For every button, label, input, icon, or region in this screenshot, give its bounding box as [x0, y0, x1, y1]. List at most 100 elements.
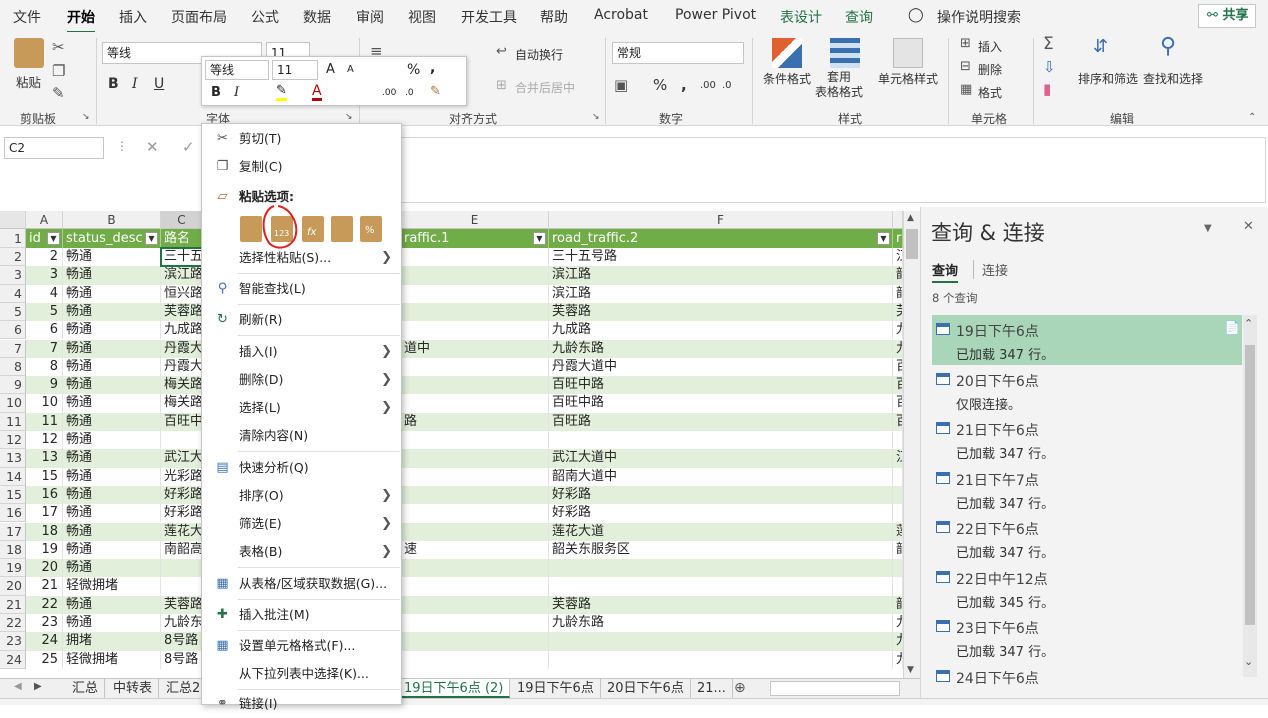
table-cell[interactable] [549, 650, 893, 669]
alignment-dialog-launcher-icon[interactable]: ↘ [592, 112, 600, 122]
table-cell[interactable]: 8号路 [161, 632, 203, 651]
refresh-doc-icon[interactable]: 📄 [1224, 321, 1240, 336]
row-header[interactable]: 19 [0, 559, 26, 578]
table-cell[interactable]: 2 [26, 248, 63, 267]
table-cell[interactable]: 6 [26, 321, 63, 340]
tab-view[interactable]: 视图 [408, 7, 436, 27]
tab-data[interactable]: 数据 [303, 7, 331, 27]
filter-dropdown-icon[interactable]: ▼ [145, 232, 158, 245]
row-header[interactable]: 23 [0, 632, 26, 651]
horizontal-scrollbar[interactable] [770, 681, 900, 696]
scroll-thumb[interactable] [1245, 345, 1255, 625]
table-cell[interactable] [401, 632, 549, 651]
table-cell[interactable]: 百 [893, 394, 903, 413]
scroll-up-icon[interactable]: ⌃ [1244, 317, 1253, 330]
paste-button[interactable]: 粘贴 [16, 72, 41, 91]
table-cell[interactable]: 百旺中路 [549, 394, 893, 413]
table-cell[interactable] [401, 394, 549, 413]
table-cell[interactable] [401, 376, 549, 395]
menu-item-cut[interactable]: ✂ 剪切(T) [202, 125, 401, 153]
sheet-tab[interactable]: 19日下午6点 [511, 679, 601, 698]
mini-font-size-field[interactable]: 11 [272, 60, 318, 80]
table-cell[interactable]: 畅通 [63, 394, 161, 413]
table-cell[interactable] [401, 595, 549, 614]
table-cell[interactable]: 九成路 [549, 321, 893, 340]
sheet-tab[interactable]: 汇总 [66, 679, 106, 698]
table-cell[interactable] [893, 485, 903, 505]
row-header[interactable]: 5 [0, 302, 26, 322]
insert-cells-icon[interactable]: ⊞ [960, 36, 971, 51]
column-header[interactable]: B [63, 211, 161, 229]
menu-item-insert[interactable]: 插入(I) ❯ [202, 338, 401, 366]
conditional-format-icon[interactable] [772, 38, 802, 68]
tab-power-pivot[interactable]: Power Pivot [675, 7, 756, 23]
pane-scrollbar[interactable]: ⌃ ⌄ [1243, 315, 1257, 677]
table-cell[interactable] [401, 577, 549, 596]
menu-item-sort[interactable]: 排序(O) ❯ [202, 482, 401, 510]
close-pane-icon[interactable]: ✕ [1243, 219, 1254, 234]
find-select-button[interactable]: 查找和选择 [1143, 70, 1203, 87]
collapse-ribbon-icon[interactable]: ⌃ [1248, 112, 1256, 123]
enter-icon[interactable]: ✓ [182, 138, 195, 156]
table-cell[interactable]: 畅通 [63, 248, 161, 267]
table-cell[interactable] [161, 559, 203, 578]
table-cell[interactable]: 16 [26, 485, 63, 505]
sort-filter-button[interactable]: 排序和筛选 [1078, 70, 1138, 87]
table-cell[interactable] [161, 577, 203, 596]
table-cell[interactable]: 韶南大道中 [549, 467, 893, 486]
table-cell[interactable]: 畅通 [63, 284, 161, 303]
table-cell[interactable] [401, 449, 549, 468]
menu-item-delete[interactable]: 删除(D) ❯ [202, 366, 401, 394]
share-button[interactable]: ⚯ 共享 [1198, 4, 1256, 28]
table-cell[interactable]: 恒兴路 [161, 284, 203, 303]
table-cell[interactable]: 畅通 [63, 595, 161, 614]
row-header[interactable]: 12 [0, 431, 26, 450]
table-cell[interactable]: 畅通 [63, 522, 161, 541]
table-cell[interactable]: 20 [26, 559, 63, 578]
table-cell[interactable]: 芙蓉路 [161, 595, 203, 614]
table-cell[interactable]: 莲花大道 [549, 522, 893, 541]
table-cell[interactable]: 12 [26, 431, 63, 450]
tab-insert[interactable]: 插入 [119, 7, 147, 27]
table-cell[interactable]: 7 [26, 339, 63, 358]
table-cell[interactable]: 九 [893, 650, 903, 669]
table-header-cell[interactable]: id ▼ [26, 229, 63, 248]
tab-review[interactable]: 审阅 [356, 7, 384, 27]
table-cell[interactable] [401, 467, 549, 486]
conditional-format-button[interactable]: 条件格式 [763, 70, 811, 87]
cell-styles-icon[interactable] [893, 38, 923, 68]
name-box[interactable]: C2 [4, 137, 104, 159]
bold-button[interactable]: B [108, 76, 119, 92]
table-cell[interactable]: 畅通 [63, 540, 161, 560]
table-cell[interactable] [401, 248, 549, 267]
tab-developer[interactable]: 开发工具 [461, 7, 517, 27]
table-cell[interactable] [401, 321, 549, 340]
table-cell[interactable]: 韶 [893, 595, 903, 614]
row-header[interactable]: 24 [0, 650, 26, 669]
menu-item-table[interactable]: 表格(B) ❯ [202, 538, 401, 566]
autosum-icon[interactable]: Σ [1043, 34, 1054, 54]
table-cell[interactable]: 速 [401, 540, 549, 560]
scroll-thumb[interactable] [906, 229, 918, 259]
query-item[interactable]: 19日下午6点 已加载 347 行。 📄 [932, 315, 1242, 365]
table-cell[interactable]: 25 [26, 650, 63, 669]
increase-decimal-button[interactable]: .00 [700, 80, 716, 91]
table-cell[interactable]: 畅通 [63, 412, 161, 431]
table-cell[interactable]: 韶 [893, 284, 903, 303]
row-header[interactable]: 21 [0, 595, 26, 614]
table-cell[interactable]: 九龄东 [161, 614, 203, 633]
format-painter-icon[interactable]: ✎ [52, 84, 65, 102]
table-cell[interactable]: 畅通 [63, 485, 161, 505]
table-cell[interactable]: 23 [26, 614, 63, 633]
tab-formulas[interactable]: 公式 [251, 7, 279, 27]
menu-item-smart-lookup[interactable]: ⚲ 智能查找(L) [202, 275, 401, 303]
row-header[interactable]: 8 [0, 357, 26, 377]
table-cell[interactable]: 武江大 [161, 449, 203, 468]
increase-font-icon[interactable]: A [326, 62, 335, 77]
tab-help[interactable]: 帮助 [540, 7, 568, 27]
query-item[interactable]: 23日下午6点 已加载 347 行。 [932, 612, 1242, 662]
column-header[interactable]: C [161, 211, 203, 229]
format-cells-icon[interactable]: ▦ [960, 82, 972, 97]
table-cell[interactable] [893, 559, 903, 578]
table-cell[interactable]: 好彩路 [161, 485, 203, 505]
